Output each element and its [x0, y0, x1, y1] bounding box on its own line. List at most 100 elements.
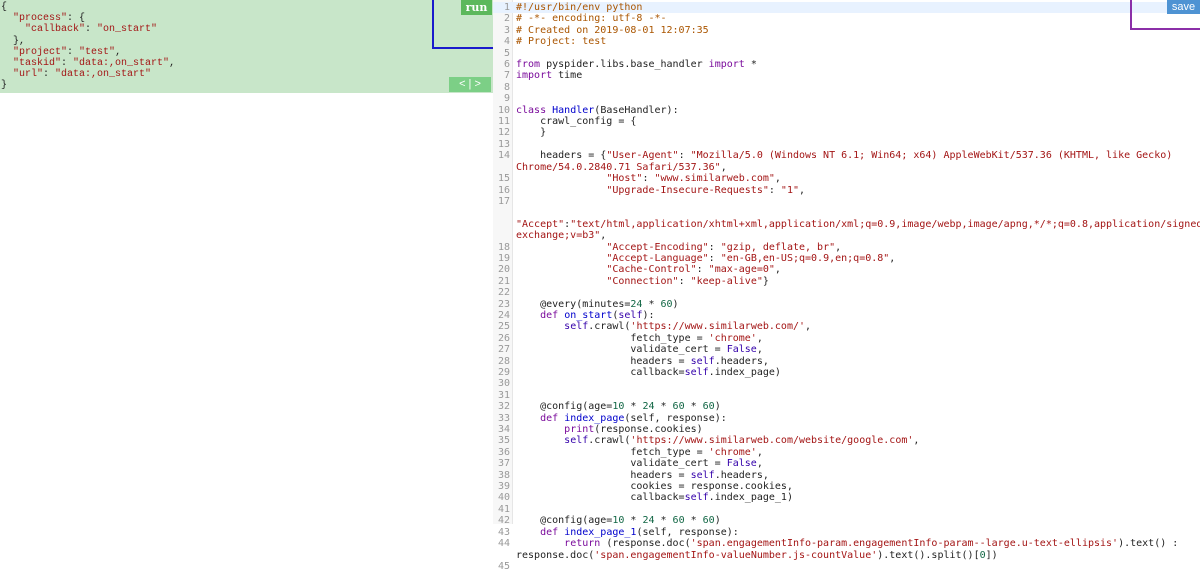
code-line: 31: [493, 390, 1200, 401]
save-button[interactable]: save: [1167, 0, 1200, 14]
code-editor[interactable]: 1 #!/usr/bin/env python 2 # -*- encoding: u…: [493, 0, 1200, 572]
code-line-wrap: "Accept":"text/html,application/xhtml+xm…: [493, 219, 1200, 230]
line-number: 14: [497, 150, 510, 162]
code-line-wrap: Chrome/54.0.2840.71 Safari/537.36",: [493, 162, 1200, 173]
code-line: 4 # Project: test: [493, 36, 1200, 47]
line-number: 12: [497, 127, 510, 139]
json-punct: [1, 47, 13, 58]
code-line: 38 headers = self.headers,: [493, 470, 1200, 481]
line-number: 6: [503, 59, 510, 71]
code-line: 35 self.crawl('https://www.similarweb.co…: [493, 435, 1200, 446]
code-line: 18 "Accept-Encoding": "gzip, deflate, br…: [493, 242, 1200, 253]
line-text: callback=self.index_page_1): [516, 492, 793, 504]
line-text: def on_start(self):: [540, 309, 655, 321]
line-text: "Accept":"text/html,application/xhtml+xm…: [516, 218, 1200, 230]
code-line: 11 crawl_config = {: [493, 116, 1200, 127]
line-number: 41: [497, 503, 510, 515]
code-line: 15 "Host": "www.similarweb.com",: [493, 173, 1200, 184]
line-text: "Cache-Control": "max-age=0",: [606, 264, 781, 276]
line-number: 24: [497, 309, 510, 321]
code-line: 30: [493, 378, 1200, 389]
line-text: class Handler(BaseHandler):: [516, 104, 679, 116]
json-line: }: [1, 80, 175, 91]
line-number: 25: [497, 321, 510, 333]
code-line: 29 callback=self.index_page): [493, 367, 1200, 378]
json-punct: :: [85, 24, 98, 36]
code-line: 6 from pyspider.libs.base_handler import …: [493, 59, 1200, 70]
line-number: 17: [497, 195, 510, 207]
code-lines: 1 #!/usr/bin/env python 2 # -*- encoding: u…: [493, 2, 1200, 572]
json-value: "data:,on_start": [55, 69, 152, 81]
code-line: 19 "Accept-Language": "en-GB,en-US;q=0.9…: [493, 253, 1200, 264]
line-text: @every(minutes=24 * 60): [516, 298, 679, 310]
line-number: 26: [497, 332, 510, 344]
code-line: 1 #!/usr/bin/env python: [493, 2, 1200, 14]
code-line: 33 def index_page(self, response):: [493, 413, 1200, 424]
json-line: {: [1, 2, 175, 13]
line-text: "Connection": "keep-alive"}: [606, 275, 769, 287]
line-number: 31: [497, 389, 510, 401]
line-number: 18: [497, 241, 510, 253]
json-punct: :: [67, 46, 80, 58]
json-value: "on_start": [97, 24, 158, 36]
line-number: 1: [503, 2, 510, 13]
code-line: 14 headers = {"User-Agent": "Mozilla/5.0…: [493, 150, 1200, 161]
line-number: 43: [497, 526, 510, 538]
line-text: def index_page_1(self, response):: [540, 526, 739, 538]
code-line: 39 cookies = response.cookies,: [493, 481, 1200, 492]
code-line: 16 "Upgrade-Insecure-Requests": "1",: [493, 185, 1200, 196]
line-text: def index_page(self, response):: [540, 412, 727, 424]
json-punct: [1, 69, 13, 80]
line-text: cookies = response.cookies,: [516, 481, 793, 493]
line-number: 36: [497, 446, 510, 458]
pager-button[interactable]: < | >: [449, 77, 491, 92]
json-key: "taskid": [13, 58, 62, 70]
json-punct: :: [61, 58, 74, 70]
json-key: "project": [13, 46, 68, 58]
line-text: response.doc('span.engagementInfo-valueN…: [516, 549, 998, 561]
line-number: 16: [497, 184, 510, 196]
line-text: @config(age=10 * 24 * 60 * 60): [516, 401, 721, 413]
line-number: 2: [503, 13, 510, 25]
line-number: 37: [497, 458, 510, 470]
line-text: Chrome/54.0.2840.71 Safari/537.36",: [516, 161, 727, 173]
json-key: "process": [13, 13, 68, 25]
line-text: @config(age=10 * 24 * 60 * 60): [516, 515, 721, 527]
line-text: fetch_type = 'chrome',: [516, 446, 763, 458]
code-line-wrap: [493, 207, 1200, 218]
line-text: }: [516, 127, 547, 139]
line-number: 23: [497, 298, 510, 310]
code-line: 24 def on_start(self):: [493, 310, 1200, 321]
line-text: self.crawl('https://www.similarweb.com/'…: [564, 321, 812, 333]
code-line: 10 class Handler(BaseHandler):: [493, 105, 1200, 116]
line-text: from pyspider.libs.base_handler import *: [516, 59, 757, 71]
code-line: 36 fetch_type = 'chrome',: [493, 447, 1200, 458]
json-line: "callback": "on_start": [1, 24, 175, 35]
json-punct: [1, 24, 25, 35]
code-line: 20 "Cache-Control": "max-age=0",: [493, 264, 1200, 275]
code-line: 28 headers = self.headers,: [493, 356, 1200, 367]
line-text: # Created on 2019-08-01 12:07:35: [516, 24, 709, 36]
line-number: 22: [497, 287, 510, 299]
code-line: 40 callback=self.index_page_1): [493, 492, 1200, 503]
line-number: 10: [497, 104, 510, 116]
line-text: print(response.cookies): [564, 424, 703, 436]
code-line: 44 return (response.doc('span.engagement…: [493, 538, 1200, 549]
json-line: },: [1, 36, 175, 47]
run-button[interactable]: run: [461, 0, 492, 15]
line-text: headers = self.headers,: [516, 469, 769, 481]
line-number: 39: [497, 481, 510, 493]
line-number: 35: [497, 435, 510, 447]
code-line: 34 print(response.cookies): [493, 424, 1200, 435]
line-number: 3: [503, 24, 510, 36]
code-line: 17: [493, 196, 1200, 207]
line-number: 11: [497, 116, 510, 128]
line-number: 7: [503, 70, 510, 82]
code-line: 8: [493, 82, 1200, 93]
line-number: 20: [497, 264, 510, 276]
json-line: "taskid": "data:,on_start",: [1, 58, 175, 69]
json-value: "test": [79, 46, 116, 58]
code-line: 12 }: [493, 127, 1200, 138]
line-number: 15: [497, 173, 510, 185]
line-text: #!/usr/bin/env python: [516, 2, 643, 13]
